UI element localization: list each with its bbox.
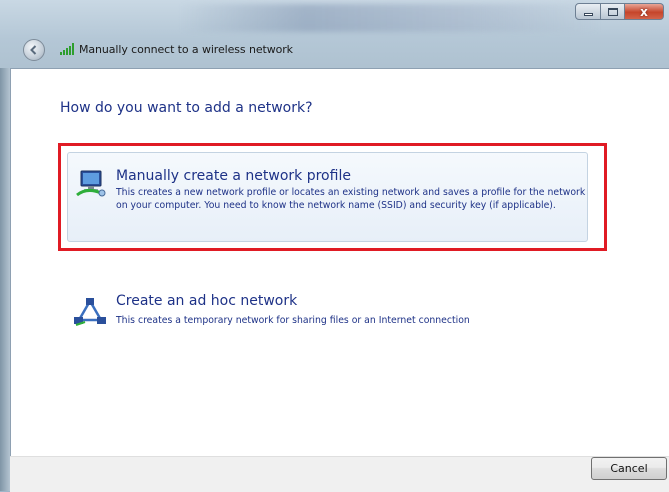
window-left-border [0,68,10,491]
window-title: Manually connect to a wireless network [79,43,293,56]
option-adhoc-title[interactable]: Create an ad hoc network [116,293,297,309]
maximize-icon [607,7,618,16]
window-controls: x [575,3,664,22]
close-button[interactable]: x [625,3,664,20]
footer-bar: Cancel [10,456,669,492]
page-heading: How do you want to add a network? [60,100,313,116]
network-computer-icon [76,170,106,197]
minimize-button[interactable] [575,3,601,20]
adhoc-network-icon [74,298,106,326]
back-arrow-icon [30,45,37,55]
glass-background [180,4,600,32]
back-button[interactable] [23,39,45,61]
window-frame: x Manually connect to a wireless network… [0,0,669,492]
option-manual-description: This creates a new network profile or lo… [116,187,586,211]
wireless-signal-icon [60,43,74,55]
option-adhoc-description: This creates a temporary network for sha… [116,315,470,326]
cancel-button[interactable]: Cancel [591,457,667,480]
content-panel: How do you want to add a network? Manual… [10,68,669,457]
close-icon: x [640,4,648,19]
minimize-icon [583,13,593,16]
maximize-button[interactable] [601,3,625,20]
option-manual-title[interactable]: Manually create a network profile [116,168,351,184]
